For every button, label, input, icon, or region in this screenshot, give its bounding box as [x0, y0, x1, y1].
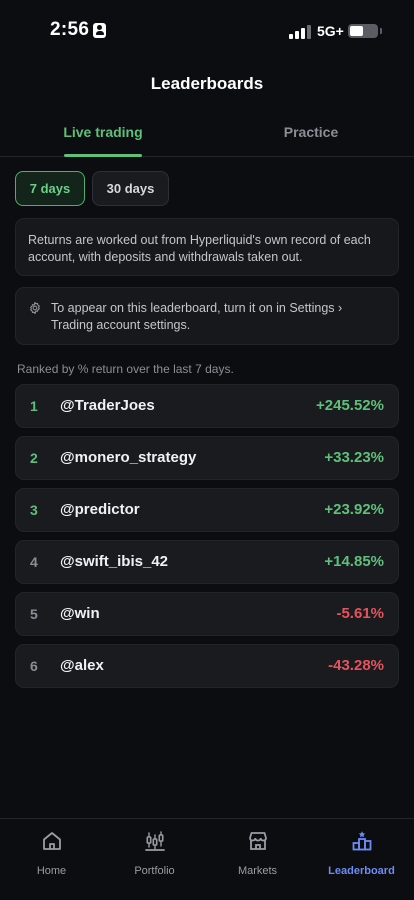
return-value: +14.85% [324, 553, 384, 570]
leaderboard-row[interactable]: 5 @win -5.61% [15, 592, 399, 636]
leaderboard-row[interactable]: 3 @predictor +23.92% [15, 488, 399, 532]
returns-info-box: Returns are worked out from Hyperliquid'… [15, 218, 399, 276]
markets-icon [248, 832, 267, 850]
rank-number: 6 [30, 658, 38, 674]
leaderboard-row[interactable]: 4 @swift_ibis_42 +14.85% [15, 540, 399, 584]
status-time: 2:56 [50, 19, 90, 40]
settings-info-box: To appear on this leaderboard, turn it o… [15, 287, 399, 345]
tab-practice[interactable]: Practice [236, 124, 386, 140]
battery-icon [348, 24, 378, 38]
trader-handle: @alex [60, 657, 104, 674]
leaderboards-screen: 2:56 5G+ Leaderboards Live trading Pract… [0, 0, 414, 900]
settings-info-text: To appear on this leaderboard, turn it o… [51, 301, 343, 332]
leaderboard-row[interactable]: 2 @monero_strategy +33.23% [15, 436, 399, 480]
rank-number: 1 [30, 398, 38, 414]
returns-info-text: Returns are worked out from Hyperliquid'… [28, 233, 371, 264]
tab-bar: Live trading Practice [0, 112, 414, 157]
trader-handle: @swift_ibis_42 [60, 553, 169, 570]
nav-home[interactable]: Home [0, 827, 103, 887]
nav-portfolio[interactable]: Portfolio [103, 827, 206, 887]
return-value: +33.23% [324, 449, 384, 466]
trader-handle: @win [60, 605, 100, 622]
leaderboard-icon [352, 831, 371, 851]
page-title: Leaderboards [150, 74, 264, 93]
trader-handle: @predictor [60, 501, 140, 518]
gear-icon [30, 301, 40, 315]
nav-leaderboard-label: Leaderboard [328, 865, 395, 877]
network-type: 5G+ [317, 23, 344, 39]
return-value: -5.61% [336, 605, 384, 622]
period-30-days-button[interactable]: 30 days [92, 171, 169, 206]
nav-markets-label: Markets [237, 865, 278, 877]
return-value: +23.92% [324, 501, 384, 518]
trader-handle: @TraderJoes [60, 397, 155, 414]
rank-number: 4 [30, 554, 38, 570]
nav-portfolio-label: Portfolio [134, 865, 175, 877]
rank-number: 2 [30, 450, 38, 466]
nav-markets[interactable]: Markets [206, 827, 309, 887]
nav-home-label: Home [36, 865, 67, 877]
nav-leaderboard[interactable]: Leaderboard [310, 827, 413, 887]
active-tab-indicator [64, 154, 142, 157]
rank-number: 5 [30, 606, 38, 622]
person-badge-icon [93, 23, 106, 38]
rank-number: 3 [30, 502, 38, 518]
bottom-nav: Home Portfolio Markets Leaderboard [0, 818, 414, 900]
return-value: +245.52% [316, 397, 384, 414]
home-icon [42, 832, 61, 850]
period-7-days-button[interactable]: 7 days [15, 171, 85, 206]
return-value: -43.28% [328, 657, 384, 674]
status-bar: 2:56 5G+ [0, 0, 414, 62]
trader-handle: @monero_strategy [60, 449, 197, 466]
leaderboard-row[interactable]: 1 @TraderJoes +245.52% [15, 384, 399, 428]
ranked-caption: Ranked by % return over the last 7 days. [17, 362, 234, 376]
tab-live-trading[interactable]: Live trading [28, 124, 178, 140]
signal-strength-icon [289, 24, 312, 39]
leaderboard-row[interactable]: 6 @alex -43.28% [15, 644, 399, 688]
portfolio-icon [144, 831, 165, 851]
